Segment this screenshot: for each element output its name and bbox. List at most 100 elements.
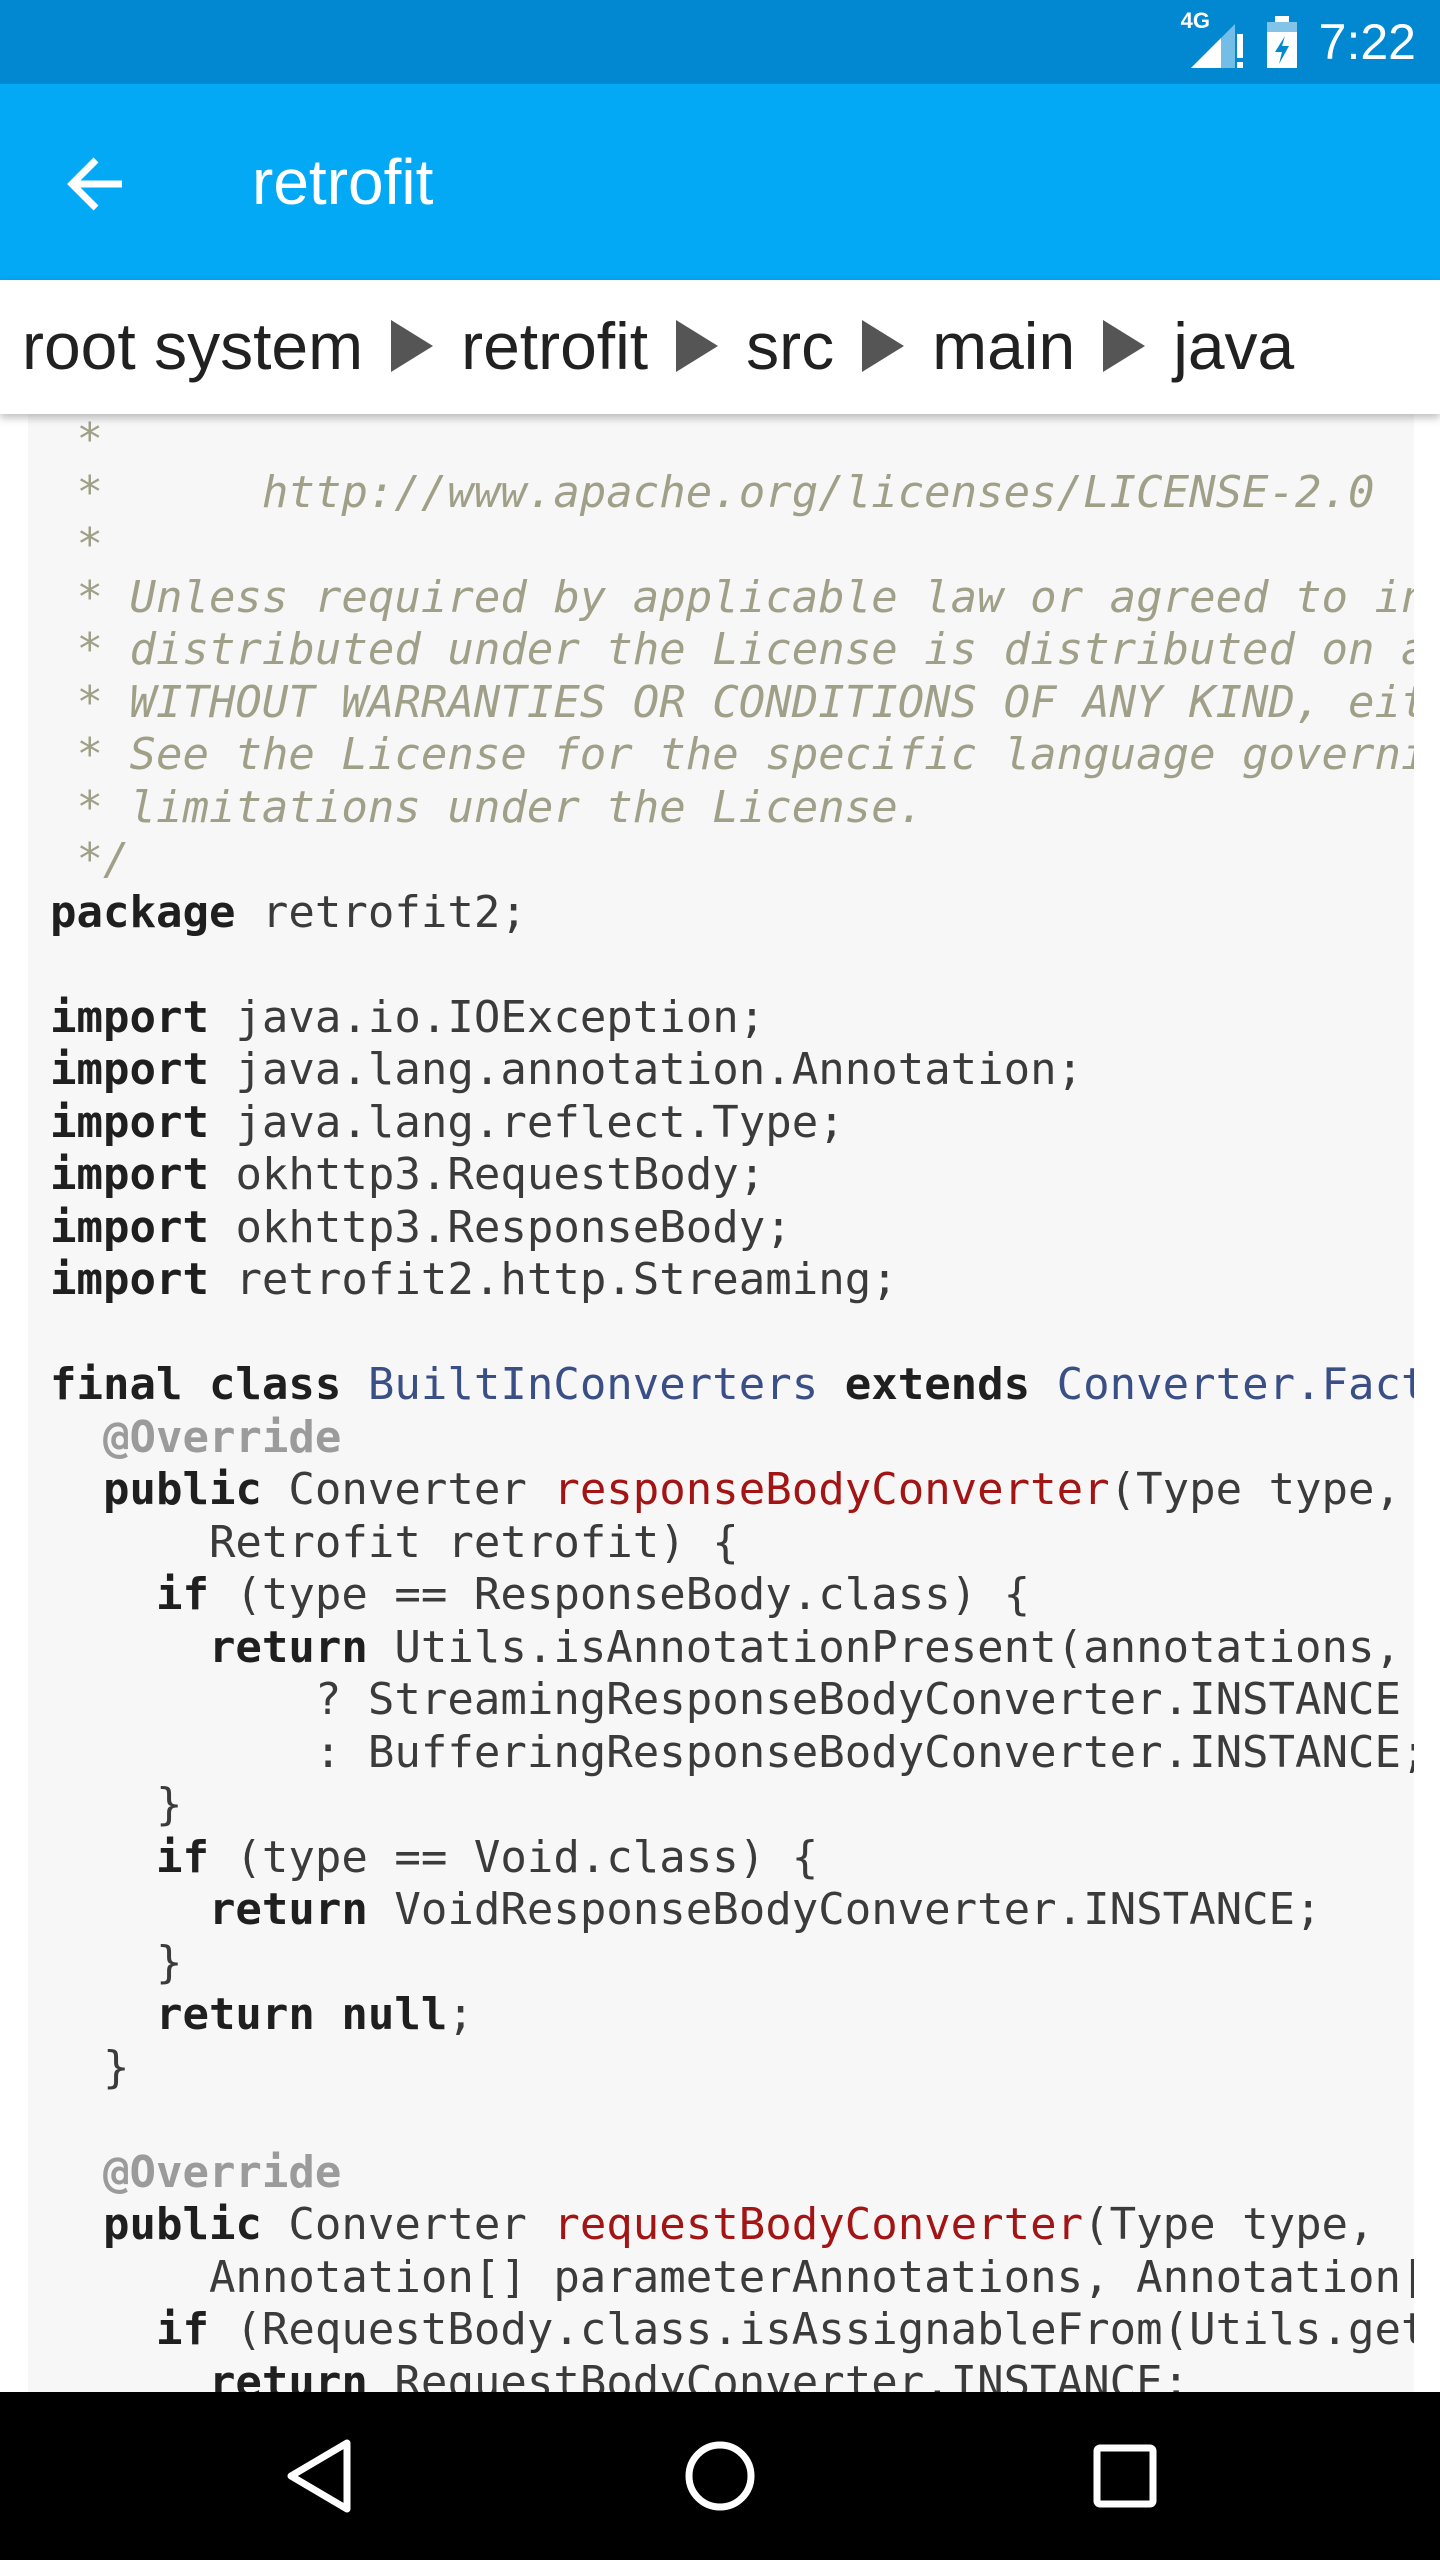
code-token-plain: java.lang.reflect.Type; (208, 1096, 845, 1148)
navigation-bar (0, 2392, 1440, 2560)
code-left-gutter (0, 414, 28, 2392)
code-token-keyword: import (50, 991, 209, 1043)
code-line: return Utils.isAnnotationPresent(annotat… (50, 1622, 1414, 1675)
network-type-label: 4G (1180, 8, 1211, 33)
code-line: if (type == Void.class) { (50, 1832, 1414, 1885)
code-line: } (50, 1779, 1414, 1832)
code-token-plain: java.io.IOException; (208, 991, 766, 1043)
code-token-plain: okhttp3.RequestBody; (208, 1149, 766, 1200)
breadcrumb-item[interactable]: main (932, 306, 1075, 386)
code-line: Annotation[] parameterAnnotations, Annot… (50, 2252, 1414, 2305)
code-line: * (50, 414, 1414, 467)
code-line: } (50, 1937, 1414, 1990)
breadcrumb-item[interactable]: java (1173, 306, 1294, 386)
breadcrumb-separator-icon (862, 320, 905, 372)
breadcrumb-item[interactable]: root system (22, 306, 363, 386)
code-token-keyword: return (50, 1884, 368, 1935)
code-token-keyword: if (50, 1831, 209, 1883)
code-token-keyword: if (50, 2304, 209, 2355)
code-token-plain: retrofit2; (235, 886, 527, 938)
breadcrumb-separator-icon (1103, 320, 1146, 372)
code-line: import java.io.IOException; (50, 992, 1414, 1045)
status-bar: 4G 7:22 (0, 0, 1440, 84)
code-token-keyword: if (50, 1569, 209, 1620)
code-token-annotation: @Override (50, 2146, 342, 2198)
code-token-comment: * http://www.apache.org/licenses/LICENSE… (50, 466, 1375, 518)
code-line: import java.lang.annotation.Annotation; (50, 1044, 1414, 1097)
code-line: public Converter requestBodyConverter(Ty… (50, 2199, 1414, 2252)
code-token-plain: Converter (261, 1464, 554, 1515)
nav-back-button[interactable] (270, 2426, 370, 2526)
code-token-plain: ? StreamingResponseBodyConverter.INSTANC… (50, 1674, 1402, 1725)
code-line: * Unless required by applicable law or a… (50, 572, 1414, 625)
code-line: package retrofit2; (50, 887, 1414, 940)
code-line: if (type == ResponseBody.class) { (50, 1569, 1414, 1622)
code-token-plain: retrofit2.http.Streaming; (208, 1254, 898, 1305)
breadcrumb[interactable]: root system retrofit src main java (0, 280, 1440, 414)
code-line: @Override (50, 2147, 1414, 2200)
code-token-keyword: final class (50, 1359, 368, 1410)
code-token-comment: * WITHOUT WARRANTIES OR CONDITIONS OF AN… (76, 676, 1414, 728)
code-line: final class BuiltInConverters extends Co… (50, 1359, 1414, 1412)
code-line: : BufferingResponseBodyConverter.INSTANC… (50, 1727, 1414, 1780)
nav-recents-button[interactable] (1075, 2426, 1175, 2526)
code-line: import okhttp3.ResponseBody; (50, 1202, 1414, 1255)
code-line: Retrofit retrofit) { (50, 1517, 1414, 1570)
code-token-method: responseBodyConverter (553, 1464, 1110, 1515)
breadcrumb-separator-icon (391, 320, 434, 372)
code-line: * limitations under the License. (50, 782, 1414, 835)
arrow-back-icon (67, 157, 122, 211)
code-line: * WITHOUT WARRANTIES OR CONDITIONS OF AN… (50, 677, 1414, 730)
code-token-keyword: import (50, 1254, 209, 1305)
code-token-plain: } (50, 1779, 183, 1830)
code-right-gutter (1414, 414, 1440, 2392)
battery-icon (1265, 14, 1299, 70)
code-line: if (RequestBody.class.isAssignableFrom(U… (50, 2304, 1414, 2357)
code-token-plain: okhttp3.ResponseBody; (208, 1201, 792, 1253)
code-line: * distributed under the License is distr… (50, 624, 1414, 677)
nav-home-button[interactable] (670, 2426, 770, 2526)
code-line: public Converter responseBodyConverter(T… (50, 1464, 1414, 1517)
code-token-keyword: import (50, 1149, 209, 1200)
breadcrumb-item[interactable]: src (746, 306, 834, 386)
code-token-plain: RequestBodyConverter.INSTANCE; (367, 2356, 1190, 2393)
source-code: * * http://www.apache.org/licenses/LICEN… (50, 414, 1414, 2392)
code-token-plain: : BufferingResponseBodyConverter.INSTANC… (50, 1726, 1414, 1778)
code-line: return RequestBodyConverter.INSTANCE; (50, 2357, 1414, 2393)
code-line: * (50, 519, 1414, 572)
code-line: return VoidResponseBodyConverter.INSTANC… (50, 1884, 1414, 1937)
back-button[interactable] (54, 142, 138, 226)
code-token-plain: (RequestBody.class.isAssignableFrom(Util… (235, 2304, 1414, 2355)
code-token-type: Converter.Factory (1056, 1359, 1414, 1410)
code-token-type: BuiltInConverters (367, 1359, 819, 1410)
code-token-keyword: import (50, 1201, 209, 1253)
back-triangle-icon (287, 2439, 351, 2513)
code-token-keyword: public (50, 2199, 262, 2250)
code-token-plain: VoidResponseBodyConverter.INSTANCE; (367, 1884, 1322, 1935)
code-token-comment: * See the License for the specific langu… (76, 729, 1414, 780)
code-token-keyword: public (50, 1464, 262, 1515)
code-line: * See the License for the specific langu… (50, 729, 1414, 782)
code-token-comment: * limitations under the License. (50, 781, 925, 833)
code-token-plain: } (50, 2041, 130, 2093)
code-token-keyword: return (50, 2356, 368, 2393)
breadcrumb-item[interactable]: retrofit (461, 306, 648, 386)
code-token-plain: Annotation[] parameterAnnotations, Annot… (208, 2251, 1414, 2303)
code-viewer[interactable]: * * http://www.apache.org/licenses/LICEN… (28, 414, 1414, 2392)
breadcrumb-items: root system retrofit src main java (22, 306, 1294, 386)
code-token-plain: Retrofit retrofit) { (50, 1516, 739, 1568)
code-token-comment: */ (50, 834, 130, 885)
code-token-plain: Converter (261, 2199, 554, 2250)
code-line: return null; (50, 1989, 1414, 2042)
code-line: } (50, 2042, 1414, 2095)
code-token-keyword: return (50, 1621, 368, 1673)
recents-square-icon (1093, 2444, 1157, 2508)
code-token-keyword: import (50, 1096, 209, 1148)
code-token-plain: Utils.isAnnotationPresent(annotations, S… (394, 1621, 1402, 1673)
code-line: * http://www.apache.org/licenses/LICENSE… (50, 467, 1414, 520)
home-circle-icon (685, 2441, 755, 2511)
code-token-plain: java.lang.annotation.Annotation; (208, 1044, 1084, 1095)
